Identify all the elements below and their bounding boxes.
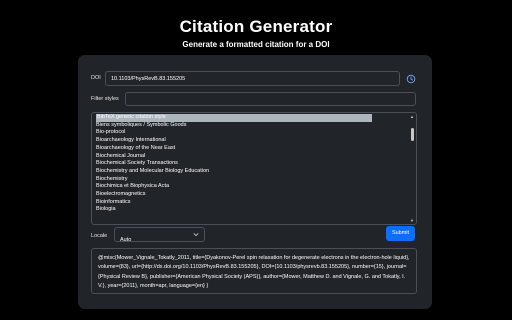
style-option[interactable]: Bioarchaeology International bbox=[96, 137, 166, 145]
style-option[interactable]: Biens symboliques / Symbolic Goods bbox=[96, 122, 186, 130]
filter-styles-input[interactable] bbox=[125, 92, 416, 106]
citation-output: @misc{Mower_Vignale_Tokatly_2011, title=… bbox=[91, 248, 417, 294]
style-option[interactable]: Bio-protocol bbox=[96, 129, 125, 137]
scroll-thumb[interactable] bbox=[411, 128, 414, 141]
locale-label: Locale bbox=[91, 233, 108, 239]
scroll-down-icon[interactable]: ▼ bbox=[410, 218, 414, 223]
style-option[interactable]: Bioarchaeology of the Near East bbox=[96, 145, 175, 153]
filter-styles-label: Filter styles bbox=[91, 96, 119, 102]
chevron-down-icon bbox=[193, 233, 199, 237]
doi-input[interactable] bbox=[105, 71, 400, 86]
page-subtitle: Generate a formatted citation for a DOI bbox=[182, 40, 330, 49]
submit-button[interactable]: Submit bbox=[386, 226, 415, 241]
style-option[interactable]: Biologia bbox=[96, 206, 116, 214]
clock-icon[interactable] bbox=[406, 74, 416, 84]
style-option[interactable]: Biochemistry bbox=[96, 176, 127, 184]
citation-form-card: DOI Filter styles BibTeX generic citatio… bbox=[78, 55, 432, 309]
style-listbox[interactable]: BibTeX generic citation style Biens symbo… bbox=[91, 112, 417, 225]
doi-label: DOI bbox=[91, 75, 101, 81]
style-option[interactable]: Biochimica et Biophysica Acta bbox=[96, 183, 169, 191]
listbox-scrollbar[interactable]: ▲ ▼ bbox=[410, 114, 415, 223]
locale-select-value: Auto bbox=[120, 237, 132, 243]
style-option[interactable]: Biochemical Journal bbox=[96, 153, 145, 161]
scroll-up-icon[interactable]: ▲ bbox=[410, 114, 414, 119]
style-option[interactable]: Biochemistry and Molecular Biology Educa… bbox=[96, 168, 209, 176]
style-option[interactable]: Biochemical Society Transactions bbox=[96, 160, 178, 168]
style-option[interactable]: BibTeX generic citation style bbox=[96, 114, 372, 122]
locale-select[interactable]: Auto bbox=[114, 227, 205, 243]
style-option[interactable]: Bioelectromagnetics bbox=[96, 191, 146, 199]
style-option[interactable]: Bioinformatics bbox=[96, 199, 131, 207]
page-title: Citation Generator bbox=[179, 17, 333, 36]
